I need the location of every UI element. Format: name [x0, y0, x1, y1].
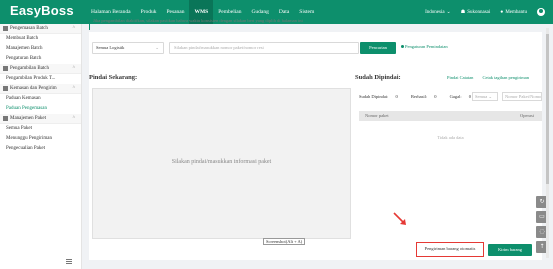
scan-placeholder-text: Silakan pindai/masukkan informasi paket: [171, 159, 272, 165]
search-button[interactable]: Pencarian: [360, 42, 396, 54]
scan-panel: Silakan pindai/masukkan informasi paket …: [92, 88, 351, 245]
sidebar-item-all-packages[interactable]: Semua Paket: [0, 124, 81, 134]
scanned-title: Sudah Dipindai:: [355, 74, 401, 81]
settings-icon: [401, 45, 404, 48]
app-logo[interactable]: EasyBoss: [10, 3, 74, 18]
sidebar-item-packing-guide[interactable]: Paduan Kemasan: [0, 94, 81, 104]
print-shipping-bill-link[interactable]: Cetak tagihan pengiriman: [483, 75, 530, 80]
chevron-down-icon: ⌄: [155, 45, 159, 50]
picking-icon: [3, 66, 8, 71]
language-switch[interactable]: Indonesia ⌄: [425, 9, 451, 16]
column-operation: Operasi: [520, 113, 534, 118]
sidebar-group-packing-shipping[interactable]: Kemasan dan Pengirim ^: [0, 84, 81, 94]
stat-label: Sudah Dipindai:: [359, 94, 389, 99]
info-notice: Jika pengambilan diaktifkan, silakan pas…: [89, 18, 303, 30]
chevron-down-icon: ⌄: [488, 94, 493, 99]
help-link[interactable]: ● Membantu: [500, 10, 527, 15]
scanned-actions: Pindai Catatan Cetak tagihan pengiriman: [439, 75, 529, 80]
stat-value: 0: [395, 94, 398, 99]
help-label: Membantu: [505, 9, 527, 15]
org-label: Sukonnasai: [467, 9, 491, 15]
scan-now-title: Pindai Sekarang:: [89, 74, 138, 81]
sidebar-item-awaiting-shipment[interactable]: Menunggu Pengiriman: [0, 134, 81, 144]
stat-value: 0: [434, 94, 437, 99]
sidebar-item-batch-management[interactable]: Manajemen Batch: [0, 44, 81, 54]
sidebar-group-label: Pengemasan Batch: [10, 26, 48, 31]
stat-success: Berhasil: 0: [411, 94, 443, 99]
status-select[interactable]: Semua ⌄: [472, 92, 498, 101]
screenshot-tooltip: Screenshot(Alt + A): [263, 238, 306, 245]
empty-state: Tidak ada data: [437, 135, 464, 140]
sidebar-item-package-exceptions[interactable]: Pengecualian Paket: [0, 144, 81, 154]
stat-scanned: Sudah Dipindai: 0: [359, 94, 404, 99]
sidebar-group-label: Kemasan dan Pengirim: [10, 86, 57, 91]
sidebar: Pengemasan Batch ^ Membuat Batch Manajem…: [0, 24, 82, 269]
logistics-select-value: Semua Logistik: [96, 45, 125, 50]
sidebar-group-batch-picking[interactable]: Pengambilan Batch ^: [0, 64, 81, 74]
package-icon: [3, 86, 8, 91]
sidebar-group-label: Manajemen Paket: [10, 116, 46, 121]
help-icon: ●: [500, 9, 504, 15]
main-content: Semua Logistik ⌄ Silakan pindai/masukkan…: [89, 32, 542, 260]
topbar-actions: Indonesia ⌄ ☗ Sukonnasai ● Membantu: [425, 0, 545, 24]
scan-settings-link[interactable]: Pengaturan Pemindaian: [401, 44, 448, 49]
stat-label: Gagal:: [449, 94, 462, 99]
user-avatar-icon[interactable]: [537, 8, 545, 16]
store-icon: ☗: [460, 10, 466, 15]
page-scrollbar[interactable]: [546, 28, 549, 258]
scanned-table-header: Nomor paket Operasi: [359, 111, 542, 121]
stat-value: 0: [468, 94, 471, 99]
chevron-up-icon: ^: [72, 26, 75, 31]
sidebar-item-packaging-guide[interactable]: Paduan Pengemasan: [0, 104, 81, 114]
org-switch[interactable]: ☗ Sukonnasai: [460, 9, 491, 16]
stat-label: Berhasil:: [410, 94, 428, 99]
sidebar-group-label: Pengambilan Batch: [10, 66, 50, 71]
sidebar-group-batch-packing[interactable]: Pengemasan Batch ^: [0, 24, 81, 34]
sidebar-item-create-batch[interactable]: Membuat Batch: [0, 34, 81, 44]
sidebar-item-batch-settings[interactable]: Pengaturan Batch: [0, 54, 81, 64]
scan-settings-label: Pengaturan Pemindaian: [405, 44, 448, 49]
filter-row: Semua Logistik ⌄ Silakan pindai/masukkan…: [89, 42, 542, 56]
menu-collapse-icon[interactable]: [66, 259, 72, 265]
language-label: Indonesia: [425, 9, 445, 15]
ship-button[interactable]: Kirim barang: [488, 244, 532, 256]
annotation-arrow-icon: [393, 212, 406, 225]
chevron-up-icon: ^: [72, 116, 75, 121]
package-search-input[interactable]: Nomor Paket/Nomor R: [502, 92, 542, 101]
sidebar-item-product-picking[interactable]: Pengambilan Produk T...: [0, 74, 81, 84]
logistics-select[interactable]: Semua Logistik ⌄: [92, 42, 164, 54]
chevron-down-icon: ⌄: [446, 10, 451, 15]
status-select-value: Semua: [475, 94, 488, 99]
sidebar-group-package-management[interactable]: Manajemen Paket ^: [0, 114, 81, 124]
auto-ship-button[interactable]: Pengiriman barang otomatis: [416, 242, 484, 257]
box-icon: [3, 116, 8, 121]
chevron-up-icon: ^: [72, 66, 75, 71]
column-package-number: Nomor paket: [365, 113, 389, 118]
scan-input[interactable]: Silakan pindai/masukkan nomor paket/nomo…: [169, 42, 359, 54]
batch-icon: [3, 26, 8, 31]
scan-records-link[interactable]: Pindai Catatan: [447, 75, 473, 80]
chevron-up-icon: ^: [72, 86, 75, 91]
scan-stats: Sudah Dipindai: 0 Berhasil: 0 Gagal: 0: [359, 94, 483, 99]
